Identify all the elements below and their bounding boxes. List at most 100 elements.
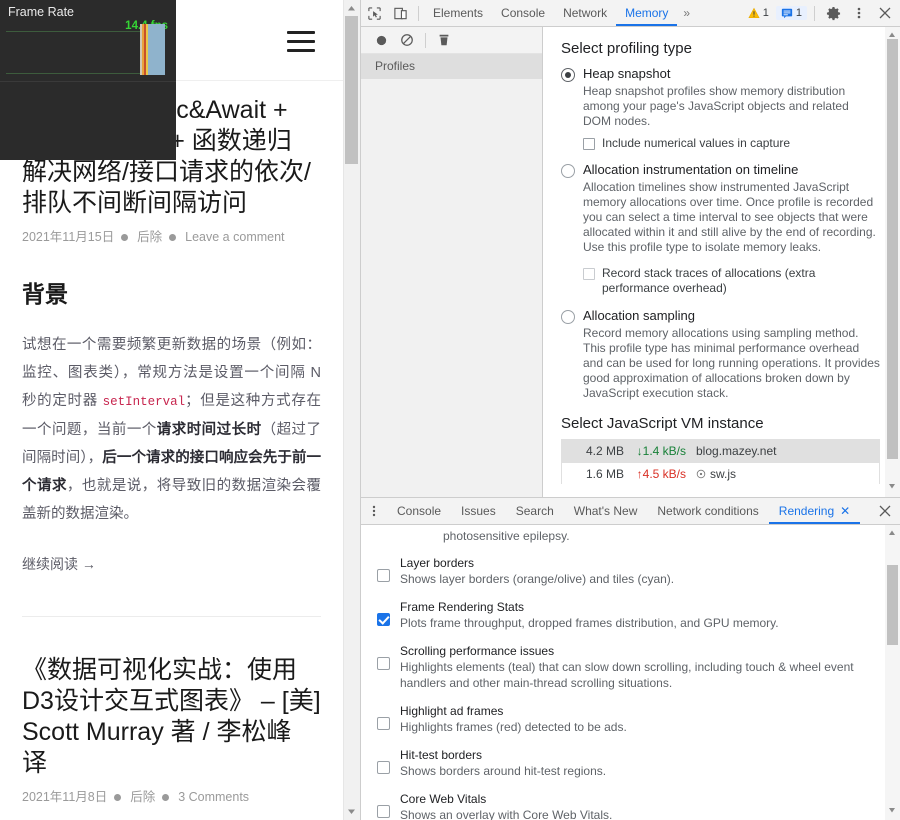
trash-icon[interactable]	[431, 27, 457, 53]
kebab-menu-icon-drawer[interactable]	[361, 498, 387, 524]
tab-network[interactable]: Network	[554, 0, 616, 26]
checkbox-frame-rendering-stats[interactable]	[377, 613, 390, 626]
radio-allocation-sampling[interactable]	[561, 310, 575, 324]
profiling-option-heap-snapshot[interactable]: Heap snapshot	[561, 66, 880, 82]
scroll-down-arrow-icon[interactable]	[346, 806, 357, 817]
tab-console[interactable]: Console	[492, 0, 554, 26]
radio-label-allocation-timeline[interactable]: Allocation instrumentation on timeline	[583, 162, 798, 177]
message-count-text: 1	[795, 7, 802, 19]
checkbox-hit-test-borders[interactable]	[377, 761, 390, 774]
checkbox-label-record-stack-traces[interactable]: Record stack traces of allocations (extr…	[602, 266, 880, 296]
menu-bar-2	[287, 40, 315, 43]
post-meta: 2021年11月15日 后除 Leave a comment	[22, 229, 321, 245]
checkbox-highlight-ad-frames[interactable]	[377, 717, 390, 730]
checkbox-row-record-stack-traces[interactable]: Record stack traces of allocations (extr…	[583, 266, 880, 296]
inspect-element-icon[interactable]	[361, 0, 387, 26]
tab-elements[interactable]: Elements	[424, 0, 492, 26]
memory-content-area: Select profiling type Heap snapshot Heap…	[543, 27, 900, 497]
post-date-2: 2021年11月8日	[22, 790, 108, 804]
post-comments-link[interactable]: Leave a comment	[185, 230, 284, 244]
desc-scrolling-performance-issues: Highlights elements (teal) that can slow…	[400, 660, 854, 690]
drawer-tab-rendering[interactable]: Rendering ✕	[769, 498, 860, 524]
checkbox-label-include-numerical-values[interactable]: Include numerical values in capture	[602, 136, 790, 151]
rendering-scrollbar-thumb[interactable]	[887, 565, 898, 645]
profiling-option-allocation-sampling[interactable]: Allocation sampling	[561, 308, 880, 324]
label-hit-test-borders: Hit-test borders	[400, 748, 483, 762]
drawer-tab-network-conditions[interactable]: Network conditions	[647, 498, 768, 524]
frame-rate-label: Frame Rate	[8, 5, 74, 19]
profiles-list[interactable]	[361, 79, 542, 497]
more-tabs-chevron-icon[interactable]: »	[677, 0, 696, 26]
select-vm-instance-heading: Select JavaScript VM instance	[561, 415, 764, 432]
rendering-option-frame-rendering-stats[interactable]: Frame Rendering Stats Plots frame throug…	[375, 599, 882, 631]
devtools-panel: Elements Console Network Memory » 1 1 Pr…	[360, 0, 900, 820]
rendering-scrollbar[interactable]	[885, 525, 900, 820]
checkbox-core-web-vitals[interactable]	[377, 805, 390, 818]
radio-label-allocation-sampling[interactable]: Allocation sampling	[583, 308, 695, 323]
post-body-paragraph: 试想在一个需要频繁更新数据的场景（例如：监控、图表类），常规方法是设置一个间隔 …	[22, 331, 321, 528]
desc-frame-rendering-stats: Plots frame throughput, dropped frames d…	[400, 616, 779, 630]
close-icon[interactable]	[872, 0, 898, 26]
post-section-heading: 背景	[22, 281, 68, 307]
warning-count-badge[interactable]: 1	[743, 6, 774, 20]
post-article-1: Promise/Async&Await + Array.reduce + 函数递…	[0, 81, 343, 617]
drawer-close-icon[interactable]	[872, 498, 898, 524]
drawer-tab-search[interactable]: Search	[506, 498, 564, 524]
rendering-panel: photosensitive epilepsy. Layer borders S…	[361, 525, 900, 820]
continue-reading-link[interactable]: 继续阅读 →	[22, 554, 96, 574]
memory-scrollbar-thumb[interactable]	[887, 39, 898, 459]
checkbox-scrolling-performance-issues[interactable]	[377, 657, 390, 670]
frame-rate-bars	[140, 24, 165, 75]
radio-heap-snapshot[interactable]	[561, 68, 575, 82]
rendering-scroll-down-arrow-icon[interactable]	[887, 804, 897, 818]
rendering-option-scrolling-performance[interactable]: Scrolling performance issues Highlights …	[375, 643, 882, 691]
gear-icon[interactable]	[820, 0, 846, 26]
vm-row-size: 4.2 MB	[585, 444, 624, 458]
post-title-2[interactable]: 《数据可视化实战：使用D3设计交互式图表》 – [美] Scott Murray…	[22, 655, 321, 779]
radio-allocation-timeline[interactable]	[561, 164, 575, 178]
gpu-raster-block: GPU raster on	[0, 82, 176, 120]
vm-table-row[interactable]: 4.2 MB ↓1.4 kB/s blog.mazey.net	[562, 440, 879, 462]
drawer-tab-close-icon[interactable]: ✕	[840, 505, 850, 517]
memory-panel: Profiles Select profiling type Heap snap…	[361, 27, 900, 497]
post-comments-link-2[interactable]: 3 Comments	[178, 790, 249, 804]
post-category-link-2[interactable]: 后除	[130, 790, 155, 804]
kebab-menu-icon[interactable]	[846, 0, 872, 26]
page-scrollbar[interactable]	[343, 0, 360, 820]
radio-label-heap-snapshot[interactable]: Heap snapshot	[583, 66, 670, 81]
label-core-web-vitals: Core Web Vitals	[400, 792, 487, 806]
checkbox-record-stack-traces[interactable]	[583, 268, 595, 280]
warning-count-text: 1	[762, 7, 769, 19]
rendering-option-core-web-vitals[interactable]: Core Web Vitals Shows an overlay with Co…	[375, 791, 882, 820]
rendering-option-layer-borders[interactable]: Layer borders Shows layer borders (orang…	[375, 555, 882, 587]
rendering-option-highlight-ad-frames[interactable]: Highlight ad frames Highlights frames (r…	[375, 703, 882, 735]
devtools-drawer: Console Issues Search What's New Network…	[361, 497, 900, 820]
rendering-cutoff-text: photosensitive epilepsy.	[443, 529, 570, 543]
record-circle-icon[interactable]	[368, 27, 394, 53]
scroll-up-arrow-icon[interactable]	[346, 3, 357, 14]
toolbar-divider	[418, 5, 419, 21]
rendering-scroll-up-arrow-icon[interactable]	[887, 527, 897, 541]
drawer-tab-whats-new[interactable]: What's New	[564, 498, 648, 524]
drawer-tab-issues[interactable]: Issues	[451, 498, 506, 524]
checkbox-include-numerical-values[interactable]	[583, 138, 595, 150]
tab-memory[interactable]: Memory	[616, 0, 677, 26]
post-category-link[interactable]: 后除	[137, 230, 162, 244]
memory-scrollbar[interactable]	[885, 27, 900, 497]
vm-rate-value: 1.4 kB/s	[642, 444, 686, 458]
drawer-tab-console[interactable]: Console	[387, 498, 451, 524]
message-count-badge[interactable]: 1	[775, 6, 807, 20]
page-scrollbar-thumb[interactable]	[345, 16, 358, 164]
vm-row-name-text-2: sw.js	[710, 466, 737, 481]
device-toolbar-icon[interactable]	[387, 0, 413, 26]
frame-rendering-stats-overlay: Frame Rate 14.4 fps GPU raster	[0, 0, 176, 160]
label-scrolling-performance-issues: Scrolling performance issues	[400, 644, 555, 658]
profiling-option-allocation-timeline[interactable]: Allocation instrumentation on timeline	[561, 162, 880, 178]
no-entry-icon[interactable]	[394, 27, 420, 53]
checkbox-layer-borders[interactable]	[377, 569, 390, 582]
hamburger-menu-icon[interactable]	[287, 31, 315, 52]
checkbox-row-numerical-values[interactable]: Include numerical values in capture	[583, 136, 880, 151]
memory-scroll-down-arrow-icon[interactable]	[887, 480, 897, 494]
vm-table-row[interactable]: 1.6 MB ↑4.5 kB/s sw.js	[562, 462, 879, 484]
rendering-option-hit-test-borders[interactable]: Hit-test borders Shows borders around hi…	[375, 747, 882, 779]
